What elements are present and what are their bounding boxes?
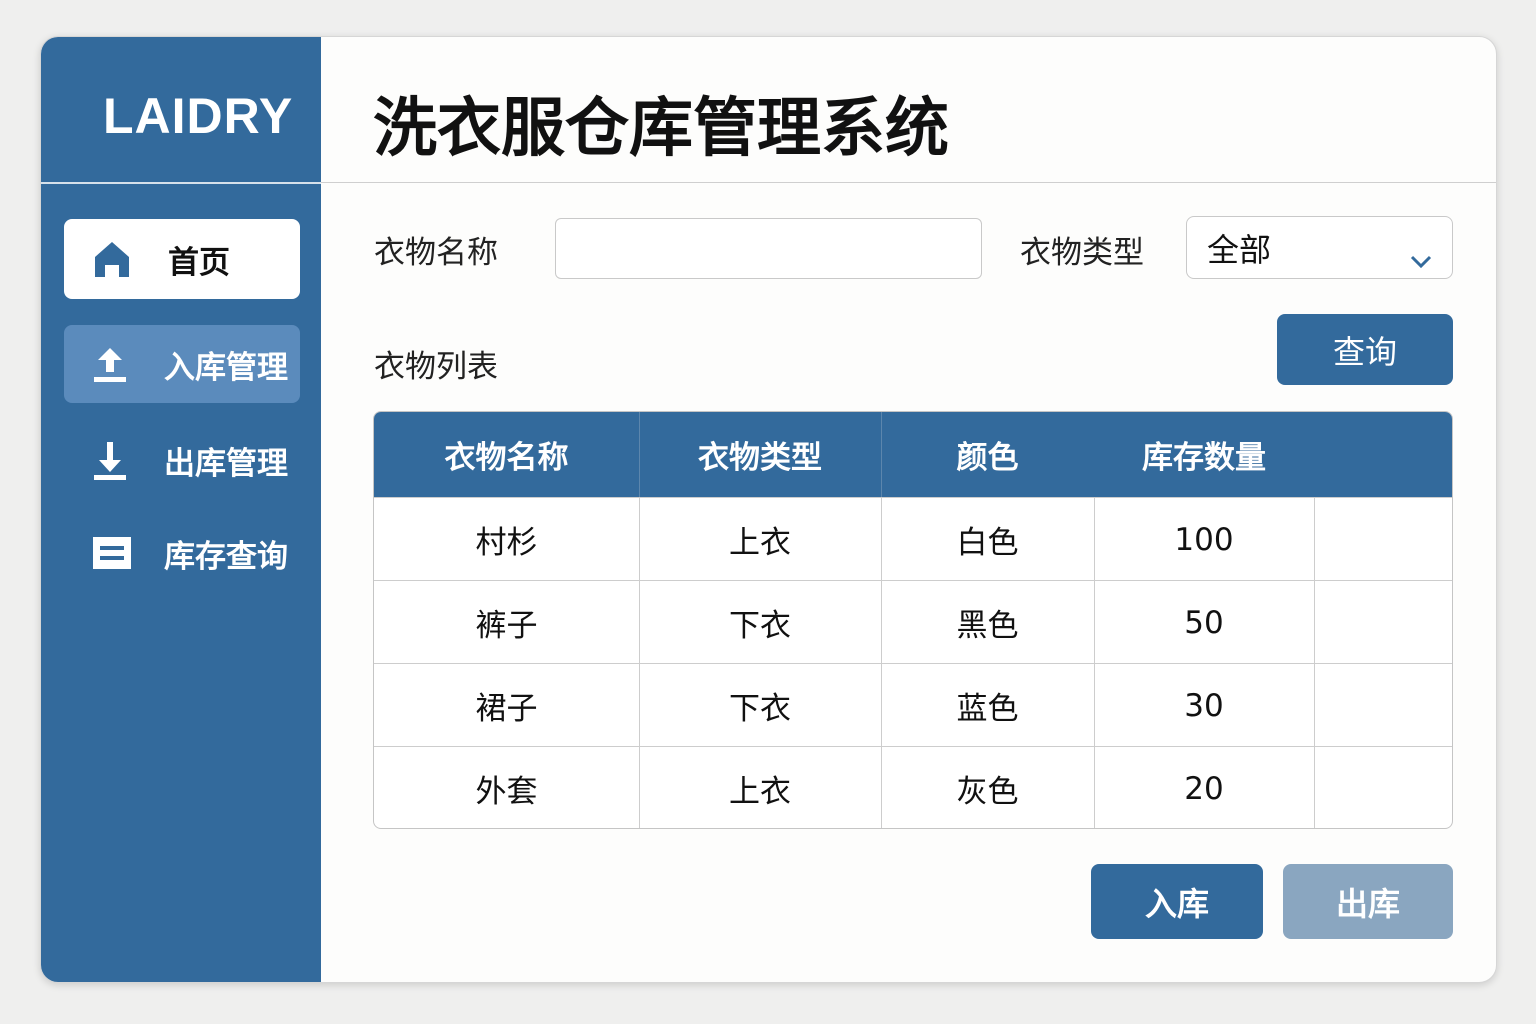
divider [881, 412, 882, 497]
table-cell: 上衣 [729, 774, 791, 810]
table-cell: 黑色 [956, 608, 1019, 644]
name-label: 衣物名称 [374, 235, 498, 271]
table-row[interactable]: 裤子 下衣 黑色 50 [374, 580, 1452, 663]
sidebar-item-label: 库存查询 [164, 538, 288, 575]
table-row[interactable]: 外套 上衣 灰色 20 [374, 746, 1452, 828]
type-label: 衣物类型 [1020, 235, 1144, 271]
query-button[interactable]: 查询 [1277, 314, 1453, 385]
app-window: LAIDRY 首页 入库管理 出库管理 库存查询 洗衣服仓库管理系统 衣物名称 … [40, 36, 1497, 983]
download-icon [92, 440, 152, 480]
table-cell: 白色 [956, 525, 1019, 561]
column-header: 衣物类型 [698, 440, 822, 476]
name-input[interactable] [555, 218, 982, 279]
type-select-value: 全部 [1207, 230, 1272, 269]
column-header: 衣物名称 [444, 440, 569, 476]
table-cell: 50 [1184, 604, 1224, 641]
clothing-table: 衣物名称 衣物类型 颜色 库存数量 村杉 上衣 白色 100 裤子 下衣 黑色 50 裙子 下衣蓝… [373, 411, 1453, 829]
type-select[interactable]: 全部 [1186, 216, 1453, 279]
stock-out-button[interactable]: 出库 [1283, 864, 1453, 939]
divider [321, 182, 1496, 183]
table-row[interactable]: 裙子 下衣 蓝色 30 [374, 663, 1452, 746]
table-row[interactable]: 村杉 上衣 白色 100 [374, 497, 1452, 580]
column-header: 颜色 [956, 440, 1019, 476]
sidebar-item-label: 入库管理 [164, 349, 288, 386]
sidebar-item-stock-out[interactable]: 出库管理 [64, 420, 300, 500]
sidebar-item-label: 出库管理 [164, 445, 288, 482]
table-cell: 100 [1174, 521, 1234, 558]
sidebar-item-label: 首页 [168, 244, 230, 281]
upload-icon [92, 344, 152, 384]
divider [41, 182, 321, 184]
table-cell: 村杉 [475, 525, 538, 561]
table-cell: 裙子 [475, 691, 538, 727]
table-cell: 20 [1184, 770, 1224, 807]
table-header: 衣物名称 衣物类型 颜色 库存数量 [374, 412, 1452, 497]
sidebar: LAIDRY 首页 入库管理 出库管理 库存查询 [41, 37, 321, 982]
list-icon [92, 536, 152, 570]
divider [881, 497, 882, 828]
chevron-down-icon [1410, 239, 1432, 277]
table-cell: 上衣 [729, 525, 791, 561]
table-cell: 灰色 [956, 774, 1019, 810]
stock-in-button[interactable]: 入库 [1091, 864, 1263, 939]
sidebar-item-home[interactable]: 首页 [64, 219, 300, 299]
table-cell: 下衣 [729, 691, 791, 727]
logo: LAIDRY [103, 88, 294, 144]
table-cell: 蓝色 [956, 691, 1019, 727]
page-title: 洗衣服仓库管理系统 [373, 92, 949, 166]
table-cell: 下衣 [729, 608, 791, 644]
home-icon [92, 239, 152, 279]
column-header: 库存数量 [1142, 440, 1266, 476]
divider [1094, 497, 1095, 828]
table-cell: 外套 [475, 774, 538, 810]
divider [639, 497, 640, 828]
divider [639, 412, 640, 497]
divider [1314, 497, 1315, 828]
table-cell: 裤子 [475, 608, 538, 644]
table-cell: 30 [1184, 687, 1224, 724]
sidebar-item-inventory[interactable]: 库存查询 [64, 513, 300, 593]
list-title: 衣物列表 [374, 349, 498, 385]
sidebar-item-stock-in[interactable]: 入库管理 [64, 325, 300, 403]
